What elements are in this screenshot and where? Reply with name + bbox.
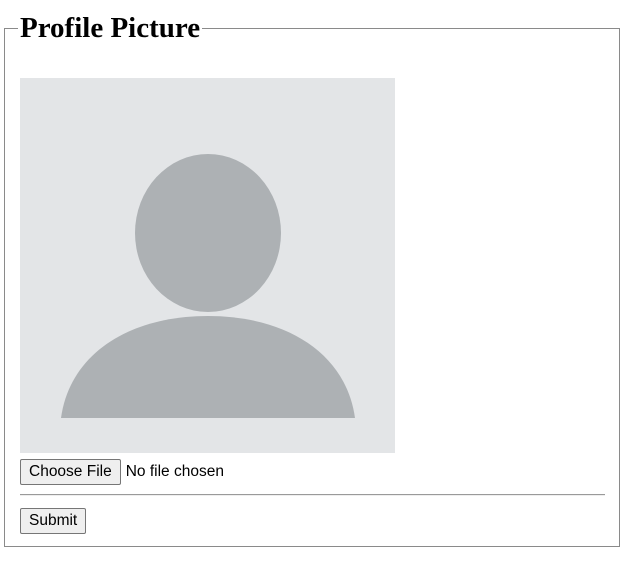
file-input: Choose File No file chosen	[20, 459, 224, 485]
fieldset-legend: Profile Picture	[18, 10, 203, 46]
file-status-text: No file chosen	[125, 463, 224, 480]
choose-file-button[interactable]: Choose File	[20, 459, 121, 485]
user-silhouette-icon	[61, 154, 355, 418]
silhouette-head	[135, 154, 281, 312]
avatar-placeholder-image	[20, 78, 395, 453]
silhouette-shoulders	[61, 316, 355, 418]
horizontal-rule	[20, 494, 605, 496]
submit-row: Submit	[20, 508, 87, 534]
submit-button[interactable]: Submit	[20, 508, 87, 534]
